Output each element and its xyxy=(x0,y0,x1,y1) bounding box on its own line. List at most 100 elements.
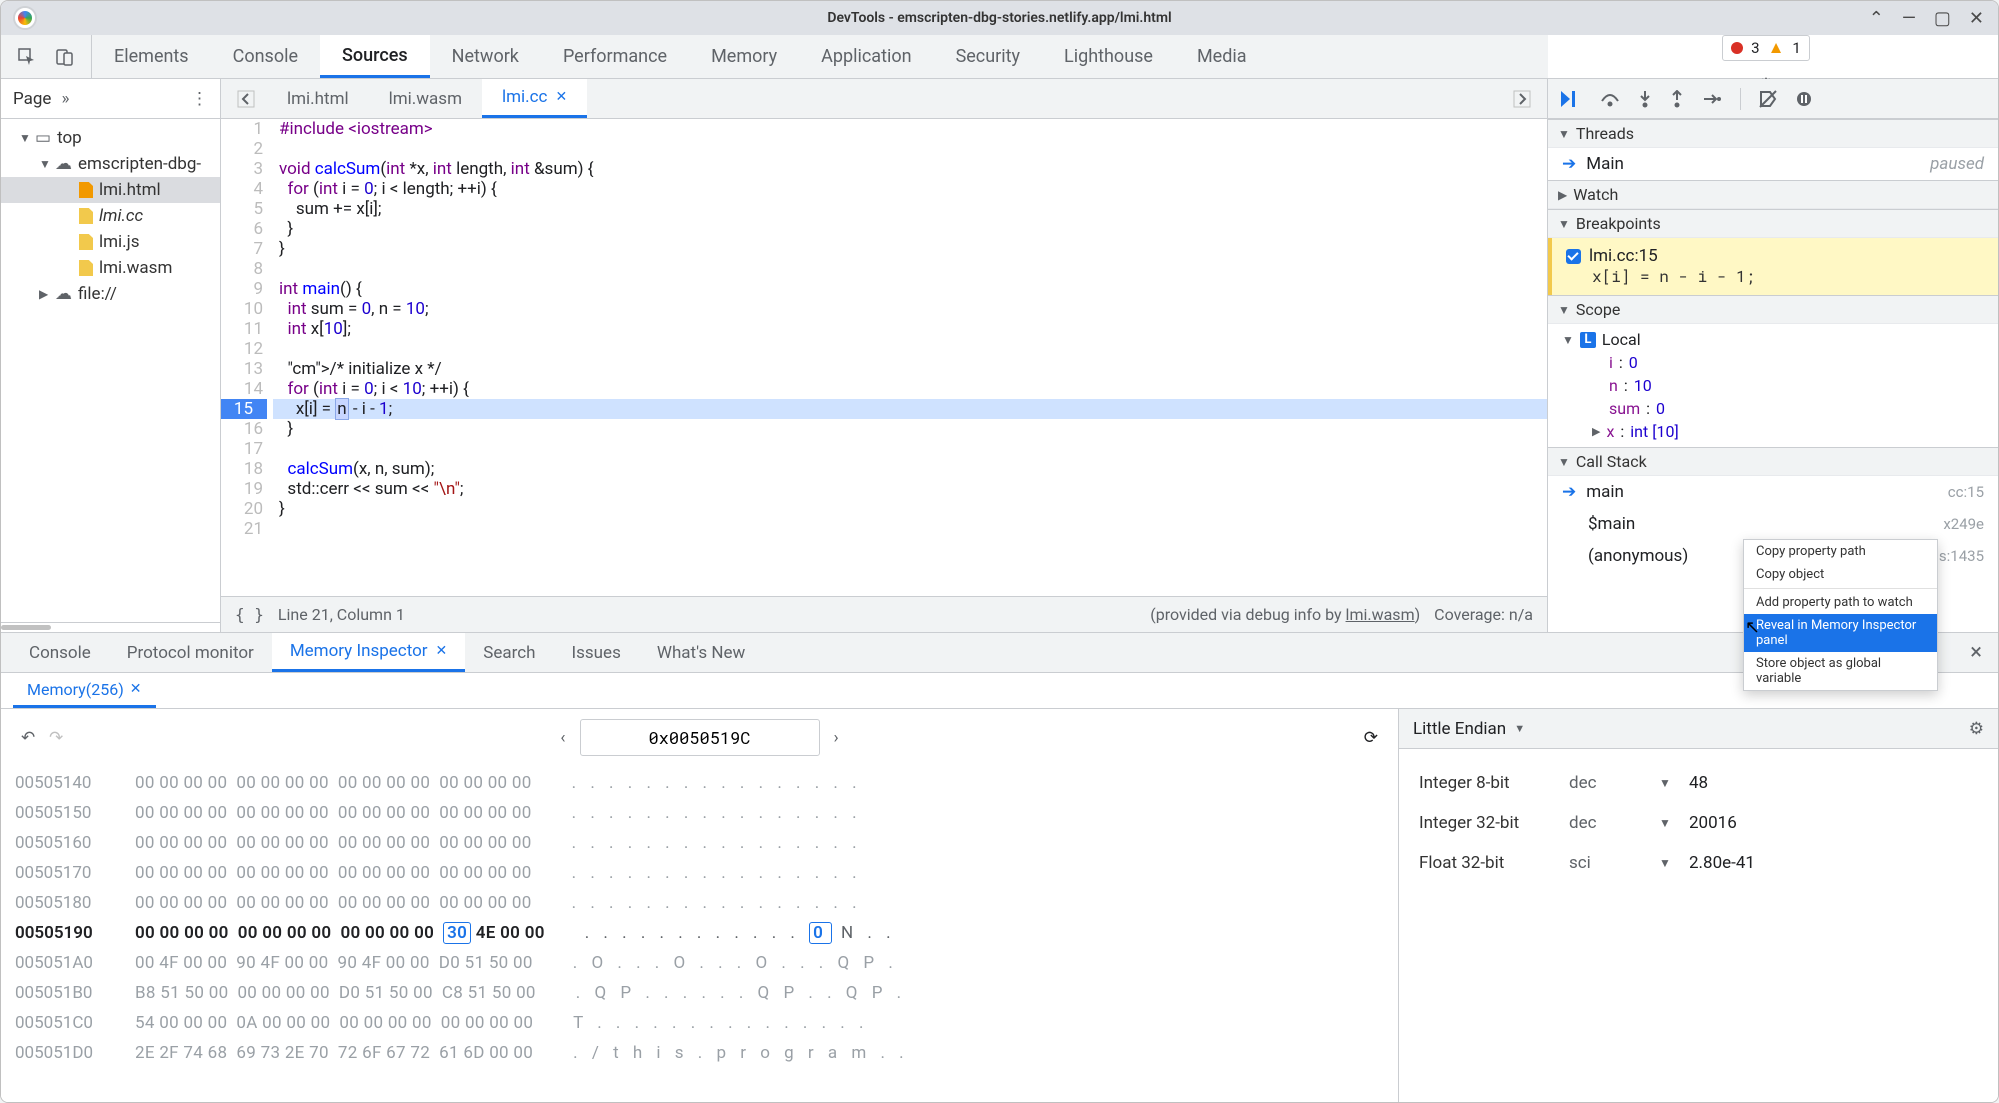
step-out-icon[interactable] xyxy=(1670,90,1684,108)
drawer-tab[interactable]: What's New xyxy=(639,633,763,672)
nav-forward-icon[interactable] xyxy=(1505,90,1539,108)
close-icon[interactable]: ✕ xyxy=(1969,8,1984,29)
undo-icon[interactable]: ↶ xyxy=(21,728,35,748)
code-line[interactable]: std::cerr << sum << "\n"; xyxy=(273,479,1547,499)
deactivate-bp-icon[interactable] xyxy=(1759,90,1777,108)
code-line[interactable] xyxy=(273,259,1547,279)
more-vert-icon[interactable]: ⋮ xyxy=(191,89,208,109)
main-tab-media[interactable]: Media xyxy=(1175,35,1269,78)
hex-row[interactable]: 0050516000 00 00 00 00 00 00 00 00 00 00… xyxy=(15,828,1384,858)
code-line[interactable]: calcSum(x, n, sum); xyxy=(273,459,1547,479)
main-tab-application[interactable]: Application xyxy=(799,35,933,78)
call-frame[interactable]: $mainx249e xyxy=(1548,508,1998,540)
code-line[interactable]: void calcSum(int *x, int length, int &su… xyxy=(273,159,1547,179)
close-icon[interactable]: ✕ xyxy=(130,681,142,697)
hex-row[interactable]: 005051B0B8 51 50 00 00 00 00 00 D0 51 50… xyxy=(15,978,1384,1008)
endian-select[interactable]: Little Endian xyxy=(1413,719,1506,739)
breakpoint-item[interactable]: lmi.cc:15 x[i] = n - i - 1; xyxy=(1548,238,1998,295)
hex-row[interactable]: 0050518000 00 00 00 00 00 00 00 00 00 00… xyxy=(15,888,1384,918)
context-menu-item[interactable]: Reveal in Memory Inspector panel xyxy=(1744,614,1937,652)
tree-item[interactable]: lmi.html xyxy=(1,177,220,203)
format-select[interactable]: sci xyxy=(1569,853,1659,873)
main-tab-lighthouse[interactable]: Lighthouse xyxy=(1042,35,1175,78)
code-line[interactable] xyxy=(273,439,1547,459)
callstack-header[interactable]: ▼Call Stack xyxy=(1548,447,1998,476)
context-menu-item[interactable]: Copy object xyxy=(1744,563,1937,586)
debug-info-link[interactable]: lmi.wasm xyxy=(1346,605,1415,624)
threads-header[interactable]: ▼Threads xyxy=(1548,119,1998,148)
memory-instance-tab[interactable]: Memory(256)✕ xyxy=(13,673,156,708)
navigator-tab-page[interactable]: Page xyxy=(13,89,51,109)
scope-header[interactable]: ▼Scope xyxy=(1548,295,1998,324)
prev-page-icon[interactable]: ‹ xyxy=(560,728,565,748)
bp-checkbox[interactable] xyxy=(1566,249,1581,264)
code-line[interactable]: int sum = 0, n = 10; xyxy=(273,299,1547,319)
context-menu-item[interactable]: Store object as global variable xyxy=(1744,652,1937,690)
hex-row[interactable]: 005051A000 4F 00 00 90 4F 00 00 90 4F 00… xyxy=(15,948,1384,978)
next-page-icon[interactable]: › xyxy=(834,728,839,748)
main-tab-network[interactable]: Network xyxy=(430,35,541,78)
file-tab[interactable]: lmi.wasm xyxy=(369,79,482,118)
main-tab-elements[interactable]: Elements xyxy=(92,35,211,78)
code-line[interactable]: "cm">/* initialize x */ xyxy=(273,359,1547,379)
drawer-close-icon[interactable]: × xyxy=(1964,640,1988,665)
code-line[interactable]: } xyxy=(273,499,1547,519)
code-line[interactable]: for (int i = 0; i < length; ++i) { xyxy=(273,179,1547,199)
file-tab[interactable]: lmi.cc✕ xyxy=(482,79,587,118)
thread-row[interactable]: ➔ Main paused xyxy=(1548,148,1998,180)
hex-row[interactable]: 0050519000 00 00 00 00 00 00 00 00 00 00… xyxy=(15,918,1384,948)
scope-var[interactable]: n: 10 xyxy=(1548,374,1998,397)
code-line[interactable] xyxy=(273,519,1547,539)
breakpoints-header[interactable]: ▼Breakpoints xyxy=(1548,209,1998,238)
format-select[interactable]: dec xyxy=(1569,773,1659,793)
format-select[interactable]: dec xyxy=(1569,813,1659,833)
code-line[interactable]: int x[10]; xyxy=(273,319,1547,339)
drawer-tab[interactable]: Memory Inspector✕ xyxy=(272,633,465,672)
tree-item[interactable]: ▼☁emscripten-dbg- xyxy=(1,151,220,177)
code-line[interactable]: } xyxy=(273,239,1547,259)
code-line[interactable]: #include <iostream> xyxy=(273,119,1547,139)
minimize-icon[interactable]: — xyxy=(1902,8,1916,29)
scope-local[interactable]: ▼LLocal xyxy=(1548,328,1998,351)
step-over-icon[interactable] xyxy=(1600,91,1620,107)
step-icon[interactable] xyxy=(1702,92,1722,106)
code-line[interactable]: for (int i = 0; i < 10; ++i) { xyxy=(273,379,1547,399)
drawer-tab[interactable]: Search xyxy=(465,633,553,672)
code-line[interactable]: x[i] = n - i - 1; xyxy=(273,399,1547,419)
code-line[interactable]: sum += x[i]; xyxy=(273,199,1547,219)
context-menu-item[interactable]: Add property path to watch xyxy=(1744,591,1937,614)
tree-item[interactable]: lmi.cc xyxy=(1,203,220,229)
hex-row[interactable]: 005051D02E 2F 74 68 69 73 2E 70 72 6F 67… xyxy=(15,1038,1384,1068)
issues-badge[interactable]: 3 ▲ 1 xyxy=(1722,35,1810,61)
device-toggle-icon[interactable] xyxy=(53,45,77,69)
tree-item[interactable]: lmi.wasm xyxy=(1,255,220,281)
context-menu-item[interactable]: Copy property path xyxy=(1744,540,1937,563)
chevron-down-icon[interactable]: ⌃ xyxy=(1869,8,1884,29)
call-frame[interactable]: ➔maincc:15 xyxy=(1548,476,1998,508)
code-line[interactable]: int main() { xyxy=(273,279,1547,299)
main-tab-security[interactable]: Security xyxy=(934,35,1042,78)
close-icon[interactable]: ✕ xyxy=(436,643,448,659)
dropdown-caret-icon[interactable]: ▼ xyxy=(1659,816,1689,830)
pause-exception-icon[interactable] xyxy=(1795,90,1813,108)
close-icon[interactable]: ✕ xyxy=(555,89,567,105)
scope-var[interactable]: sum: 0 xyxy=(1548,397,1998,420)
dropdown-caret-icon[interactable]: ▼ xyxy=(1514,722,1525,735)
settings-gear-icon[interactable]: ⚙ xyxy=(1969,719,1984,739)
hex-row[interactable]: 0050515000 00 00 00 00 00 00 00 00 00 00… xyxy=(15,798,1384,828)
scope-var[interactable]: i: 0 xyxy=(1548,351,1998,374)
code-line[interactable]: } xyxy=(273,219,1547,239)
drawer-tab[interactable]: Console xyxy=(11,633,109,672)
tree-item[interactable]: ▼▭top xyxy=(1,125,220,151)
code-line[interactable]: } xyxy=(273,419,1547,439)
main-tab-console[interactable]: Console xyxy=(211,35,320,78)
braces-icon[interactable]: { } xyxy=(235,605,264,624)
dropdown-caret-icon[interactable]: ▼ xyxy=(1659,776,1689,790)
drawer-tab[interactable]: Protocol monitor xyxy=(109,633,272,672)
main-tab-memory[interactable]: Memory xyxy=(689,35,799,78)
chevron-right-icon[interactable]: » xyxy=(61,89,69,109)
dropdown-caret-icon[interactable]: ▼ xyxy=(1659,856,1689,870)
tree-item[interactable]: ▶☁file:// xyxy=(1,281,220,307)
maximize-icon[interactable]: ▢ xyxy=(1934,8,1951,29)
watch-header[interactable]: ▶Watch xyxy=(1548,180,1998,209)
